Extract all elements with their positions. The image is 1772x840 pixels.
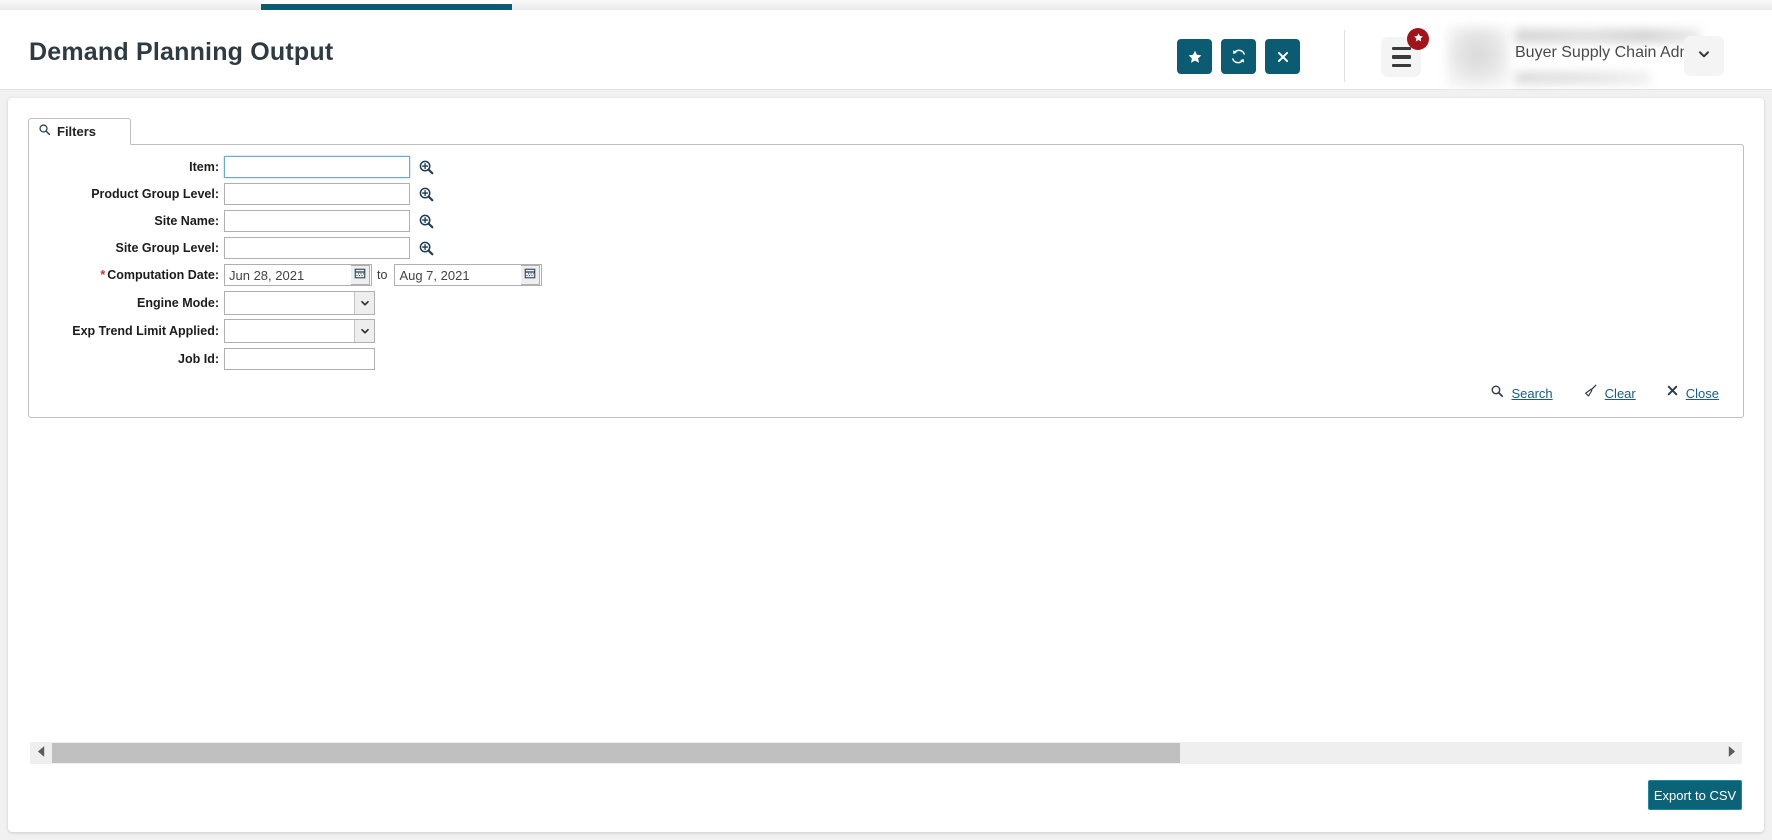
computation-date-from-wrapper [224,264,372,286]
main-content-card: Filters Item: Product Group Level: Site … [8,98,1764,832]
filters-panel: Item: Product Group Level: Site Name: Si… [28,144,1744,418]
field-row-product-group-level: Product Group Level: [29,182,435,206]
scroll-right-button[interactable] [1720,742,1742,764]
app-window: Demand Planning Output Buyer Supply Chai… [0,0,1772,840]
app-header: Demand Planning Output Buyer Supply Chai… [0,10,1772,90]
search-link[interactable]: Search [1490,384,1553,403]
close-icon [1276,50,1290,64]
exp-trend-limit-applied-value [225,320,354,342]
browser-tab-strip [0,0,1772,10]
site-name-input[interactable] [224,210,410,232]
hamburger-line [1391,63,1411,67]
star-icon [1413,30,1424,48]
refresh-button[interactable] [1221,39,1256,74]
item-lookup-icon[interactable] [418,159,435,176]
scrollbar-thumb[interactable] [52,743,1180,763]
search-icon [38,123,51,141]
search-icon [1490,384,1504,403]
field-row-job-id: Job Id: [29,347,375,371]
product-group-level-label: Product Group Level: [91,187,219,201]
site-name-lookup-icon[interactable] [418,213,435,230]
field-row-item: Item: [29,155,435,179]
computation-date-to-wrapper [394,264,543,286]
tab-filters-label: Filters [57,124,97,139]
field-row-site-group-level: Site Group Level: [29,236,435,260]
field-row-site-name: Site Name: [29,209,435,233]
header-action-buttons [1177,39,1300,74]
computation-date-to-calendar-button[interactable] [521,265,541,285]
star-icon [1187,49,1203,65]
field-row-computation-date: *Computation Date: to [29,263,543,287]
scroll-left-button[interactable] [30,742,52,764]
broom-icon [1583,383,1598,403]
close-link[interactable]: Close [1666,384,1719,402]
calendar-icon [354,266,366,284]
page-title: Demand Planning Output [29,38,334,66]
item-label: Item: [189,160,219,174]
chevron-down-icon [1696,46,1712,67]
redacted-text-top [1515,29,1700,43]
item-input[interactable] [224,156,410,178]
chevron-down-icon [354,320,374,342]
computation-date-label: * Computation Date: [29,268,224,282]
product-group-level-input[interactable] [224,183,410,205]
engine-mode-select[interactable] [224,291,375,315]
engine-mode-label: Engine Mode: [137,296,219,310]
search-link-label: Search [1511,385,1553,401]
engine-mode-value [225,292,354,314]
field-row-engine-mode: Engine Mode: [29,291,375,315]
clear-link[interactable]: Clear [1583,383,1636,403]
computation-date-from-calendar-button[interactable] [351,265,370,285]
tab-filters[interactable]: Filters [28,118,131,145]
computation-date-to-input[interactable] [394,264,543,286]
computation-date-label-text: Computation Date: [107,268,219,282]
product-group-level-lookup-icon[interactable] [418,186,435,203]
site-name-label: Site Name: [154,214,219,228]
close-link-label: Close [1685,385,1719,401]
scrollbar-track[interactable] [52,742,1720,764]
exp-trend-limit-applied-select[interactable] [224,319,375,343]
filter-actions: Search Clear Close [1490,383,1719,403]
header-divider [1344,30,1345,82]
close-button[interactable] [1265,39,1300,74]
job-id-input[interactable] [224,348,375,370]
date-range-separator: to [377,268,388,282]
site-group-level-input[interactable] [224,237,410,259]
user-menu-dropdown-button[interactable] [1684,36,1724,76]
exp-trend-limit-applied-label: Exp Trend Limit Applied: [72,324,219,338]
menu-badge [1407,28,1429,50]
x-icon [1666,384,1679,402]
menu-button-wrapper [1381,28,1429,77]
site-group-level-label: Site Group Level: [115,241,220,255]
favorite-button[interactable] [1177,39,1212,74]
field-row-exp-trend-limit-applied: Exp Trend Limit Applied: [29,319,375,343]
clear-link-label: Clear [1604,385,1636,401]
job-id-label: Job Id: [178,352,219,366]
horizontal-scrollbar[interactable] [30,742,1742,764]
avatar [1447,26,1509,88]
computation-date-from-input[interactable] [224,264,372,286]
hamburger-line [1391,47,1411,51]
triangle-left-icon [37,744,46,762]
triangle-right-icon [1727,744,1736,762]
refresh-icon [1230,48,1247,65]
user-account-area[interactable]: Buyer Supply Chain Admin1 [1447,26,1737,88]
chevron-down-icon [354,292,374,314]
hamburger-line [1391,55,1411,59]
site-group-level-lookup-icon[interactable] [418,240,435,257]
redacted-text-bottom [1515,72,1650,84]
calendar-icon [524,266,536,284]
required-marker: * [100,268,106,282]
export-to-csv-button[interactable]: Export to CSV [1648,780,1742,810]
